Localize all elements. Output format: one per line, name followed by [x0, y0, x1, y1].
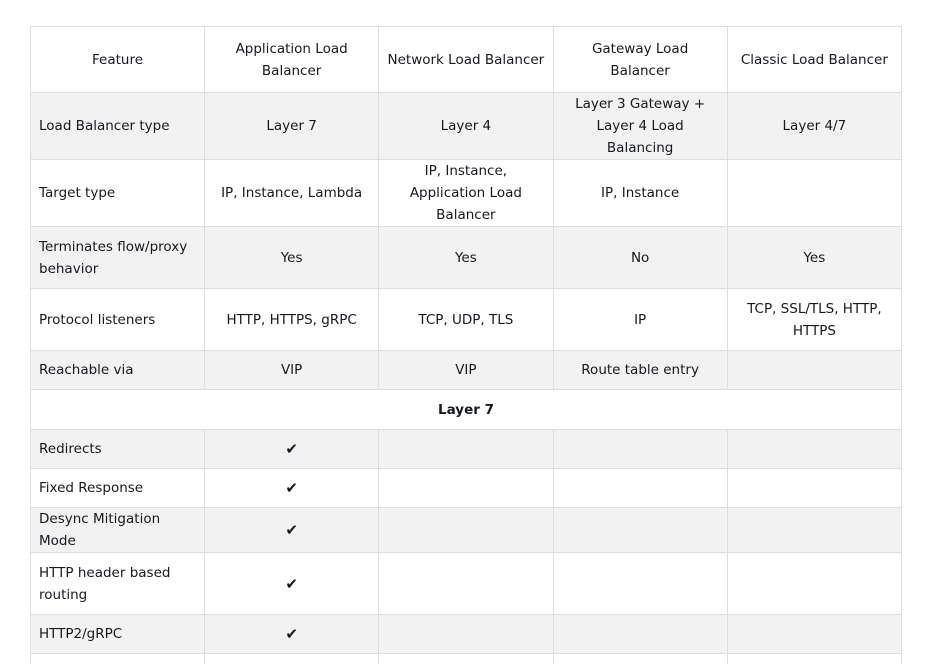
value-cell: Layer 4/7 [727, 93, 901, 160]
value-cell [727, 508, 901, 553]
value-cell [553, 553, 727, 615]
value-cell: VIP [379, 351, 553, 390]
table-row: Terminates flow/proxy behavior Yes Yes N… [31, 227, 902, 289]
table-row: Redirects ✔ [31, 430, 902, 469]
value-cell [553, 615, 727, 654]
header-feature: Feature [31, 27, 205, 93]
table-row: Protocol listeners HTTP, HTTPS, gRPC TCP… [31, 289, 902, 351]
value-cell [727, 430, 901, 469]
table-row: HTTP header based routing ✔ [31, 553, 902, 615]
value-cell: Layer 3 Gateway + Layer 4 Load Balancing [553, 93, 727, 160]
empty-cell [205, 654, 379, 664]
value-cell [727, 160, 901, 227]
section-heading: Layer 7 [31, 390, 902, 430]
empty-cell [31, 654, 205, 664]
value-cell: Yes [205, 227, 379, 289]
checkmark-icon: ✔ [205, 469, 379, 508]
table-row: HTTP2/gRPC ✔ [31, 615, 902, 654]
value-cell: Yes [727, 227, 901, 289]
header-network-load-balancer: Network Load Balancer [379, 27, 553, 93]
value-cell [553, 430, 727, 469]
value-cell [379, 553, 553, 615]
value-cell: HTTP, HTTPS, gRPC [205, 289, 379, 351]
feature-cell: HTTP2/gRPC [31, 615, 205, 654]
value-cell [727, 351, 901, 390]
value-cell: VIP [205, 351, 379, 390]
value-cell [379, 469, 553, 508]
feature-cell: Terminates flow/proxy behavior [31, 227, 205, 289]
empty-cell [727, 654, 901, 664]
value-cell: Route table entry [553, 351, 727, 390]
value-cell [379, 615, 553, 654]
value-cell: IP, Instance [553, 160, 727, 227]
value-cell: Layer 7 [205, 93, 379, 160]
value-cell: IP, Instance, Application Load Balancer [379, 160, 553, 227]
header-classic-load-balancer: Classic Load Balancer [727, 27, 901, 93]
table-row: Fixed Response ✔ [31, 469, 902, 508]
empty-cell [553, 654, 727, 664]
checkmark-icon: ✔ [205, 615, 379, 654]
value-cell [727, 615, 901, 654]
feature-cell: Reachable via [31, 351, 205, 390]
checkmark-icon: ✔ [205, 508, 379, 553]
section-row: Layer 7 [31, 390, 902, 430]
header-row: Feature Application Load Balancer Networ… [31, 27, 902, 93]
checkmark-icon: ✔ [205, 553, 379, 615]
value-cell: Yes [379, 227, 553, 289]
value-cell [379, 508, 553, 553]
header-gateway-load-balancer: Gateway Load Balancer [553, 27, 727, 93]
table-row: Reachable via VIP VIP Route table entry [31, 351, 902, 390]
feature-cell: Protocol listeners [31, 289, 205, 351]
value-cell [553, 469, 727, 508]
feature-cell: Desync Mitigation Mode [31, 508, 205, 553]
feature-cell: Target type [31, 160, 205, 227]
value-cell: No [553, 227, 727, 289]
table-row: Load Balancer type Layer 7 Layer 4 Layer… [31, 93, 902, 160]
value-cell: Layer 4 [379, 93, 553, 160]
value-cell: TCP, SSL/TLS, HTTP, HTTPS [727, 289, 901, 351]
checkmark-icon: ✔ [205, 430, 379, 469]
empty-cell [379, 654, 553, 664]
feature-cell: Redirects [31, 430, 205, 469]
comparison-table-wrapper: Feature Application Load Balancer Networ… [30, 26, 901, 664]
table-row: Target type IP, Instance, Lambda IP, Ins… [31, 160, 902, 227]
load-balancer-comparison-table: Feature Application Load Balancer Networ… [30, 26, 902, 664]
feature-cell: HTTP header based routing [31, 553, 205, 615]
feature-cell: Fixed Response [31, 469, 205, 508]
value-cell [553, 508, 727, 553]
value-cell: IP [553, 289, 727, 351]
feature-cell: Load Balancer type [31, 93, 205, 160]
value-cell [727, 469, 901, 508]
value-cell [727, 553, 901, 615]
table-row: Desync Mitigation Mode ✔ [31, 508, 902, 553]
table-row-cut-off [31, 654, 902, 664]
value-cell: TCP, UDP, TLS [379, 289, 553, 351]
value-cell [379, 430, 553, 469]
header-application-load-balancer: Application Load Balancer [205, 27, 379, 93]
value-cell: IP, Instance, Lambda [205, 160, 379, 227]
